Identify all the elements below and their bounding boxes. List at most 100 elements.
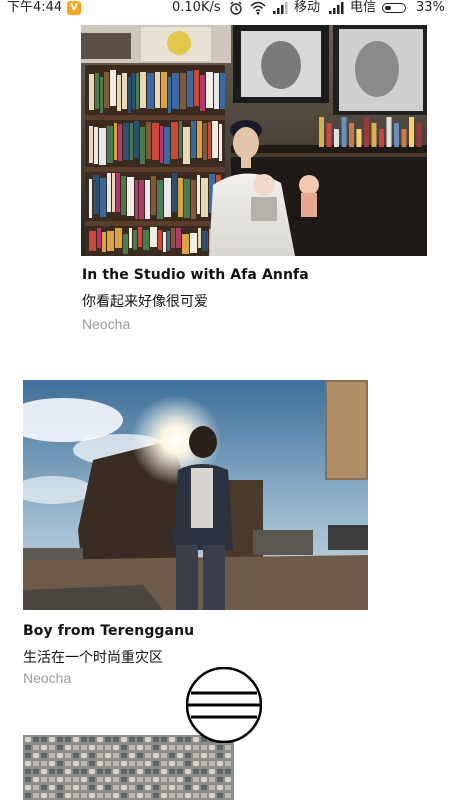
book-spine (164, 178, 171, 217)
apartment-window (153, 793, 159, 798)
article-card-2[interactable]: Boy from Terengganu 生活在一个时尚重灾区 Neocha (0, 370, 449, 700)
apartment-window (145, 737, 151, 742)
book-spine (184, 179, 190, 218)
book-spine (116, 173, 120, 212)
book-spine (155, 72, 160, 108)
apartment-window (57, 793, 63, 798)
alarm-icon (230, 1, 242, 15)
apartment-window (81, 769, 87, 774)
apartment-window (129, 737, 135, 742)
apartment-window (145, 785, 151, 790)
apartment-window (57, 785, 63, 790)
book-spine (150, 227, 157, 247)
apartment-window (65, 761, 71, 766)
apartment-window (129, 761, 135, 766)
apartment-window (113, 745, 119, 750)
apartment-window (81, 785, 87, 790)
apartment-window (33, 785, 39, 790)
apartment-window (33, 777, 39, 782)
apartment-window (201, 785, 207, 790)
apartment-window (209, 793, 215, 798)
book-spine (161, 72, 167, 108)
apartment-window (105, 769, 111, 774)
book-spine (220, 73, 225, 109)
book-spine (134, 121, 139, 158)
article-title[interactable]: Boy from Terengganu (23, 623, 194, 639)
hamburger-menu-icon[interactable] (186, 667, 262, 743)
apartment-window (89, 753, 95, 758)
apartment-window (113, 793, 119, 798)
apartment-window (97, 785, 103, 790)
article-title[interactable]: In the Studio with Afa Annfa (82, 267, 309, 283)
apartment-window (217, 769, 223, 774)
article-subtitle: 生活在一个时尚重灾区 (23, 650, 163, 666)
collectible-figure (349, 123, 354, 147)
apartment-window (193, 793, 199, 798)
apartment-window (121, 777, 127, 782)
book-spine (180, 73, 186, 109)
apartment-window (41, 737, 47, 742)
apartment-window (185, 777, 191, 782)
book-spine (201, 178, 208, 217)
apartment-window (169, 745, 175, 750)
book-spine (89, 231, 96, 251)
book-spine (107, 126, 113, 163)
apartment-window (25, 785, 31, 790)
apartment-window (49, 769, 55, 774)
apartment-window (41, 761, 47, 766)
apartment-window (121, 761, 127, 766)
apartment-window (193, 777, 199, 782)
apartment-window (201, 745, 207, 750)
article-image-studio[interactable] (81, 25, 427, 256)
apartment-window (169, 737, 175, 742)
book-spine (94, 127, 98, 164)
apartment-window (25, 777, 31, 782)
apartment-window (81, 761, 87, 766)
article-image-rooftop[interactable] (23, 380, 368, 610)
apartment-window (33, 769, 39, 774)
apartment-window (65, 753, 71, 758)
article-image-apartments[interactable] (23, 735, 234, 800)
status-bar: 下午4:44 V 0.10K/s 移动 电信 33% (0, 0, 449, 17)
apartment-window (225, 745, 231, 750)
book-spine (122, 73, 127, 109)
book-spine (194, 70, 199, 106)
apartment-window (129, 769, 135, 774)
apartment-window (41, 753, 47, 758)
book-spine (140, 72, 146, 108)
book-spine (191, 180, 196, 219)
book-spine (110, 70, 116, 106)
apartment-window (25, 769, 31, 774)
apartment-window (225, 761, 231, 766)
apartment-window (137, 777, 143, 782)
apartment-window (193, 785, 199, 790)
apartment-window (89, 777, 95, 782)
book-spine (102, 232, 106, 252)
apartment-window (161, 761, 167, 766)
signal-icon-1 (273, 2, 288, 14)
apartment-window (209, 761, 215, 766)
apartment-window (145, 761, 151, 766)
apartment-window (105, 737, 111, 742)
book-spine (214, 73, 219, 109)
apartment-window (97, 777, 103, 782)
apartment-window (209, 785, 215, 790)
apartment-window (161, 793, 167, 798)
apartment-window (41, 793, 47, 798)
article-source: Neocha (82, 316, 131, 332)
apartment-window (137, 745, 143, 750)
book-spine (89, 74, 94, 110)
article-card-3[interactable] (0, 735, 449, 800)
book-spine (163, 232, 166, 252)
book-spine (107, 173, 111, 212)
apartment-window (41, 785, 47, 790)
apartment-window (145, 753, 151, 758)
apartment-window (145, 777, 151, 782)
book-spine (171, 122, 178, 159)
apartment-window (185, 753, 191, 758)
article-card-1[interactable]: In the Studio with Afa Annfa 你看起来好像很可爱 N… (0, 0, 449, 340)
notification-badge-icon: V (67, 1, 81, 15)
apartment-window (161, 737, 167, 742)
book-spine (187, 71, 193, 107)
apartment-window (105, 785, 111, 790)
